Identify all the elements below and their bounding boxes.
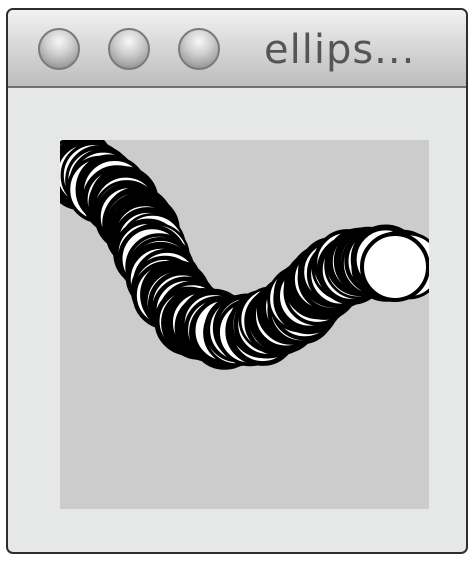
title-bar[interactable]: ellips...	[8, 10, 466, 88]
window-title: ellips...	[264, 27, 416, 73]
current-ellipse	[360, 232, 429, 302]
close-button[interactable]	[38, 28, 80, 70]
minimize-button[interactable]	[108, 28, 150, 70]
ellipse-trail	[60, 140, 429, 370]
zoom-button[interactable]	[178, 28, 220, 70]
sketch-window: ellips...	[6, 8, 468, 554]
sketch-canvas[interactable]	[60, 140, 429, 509]
